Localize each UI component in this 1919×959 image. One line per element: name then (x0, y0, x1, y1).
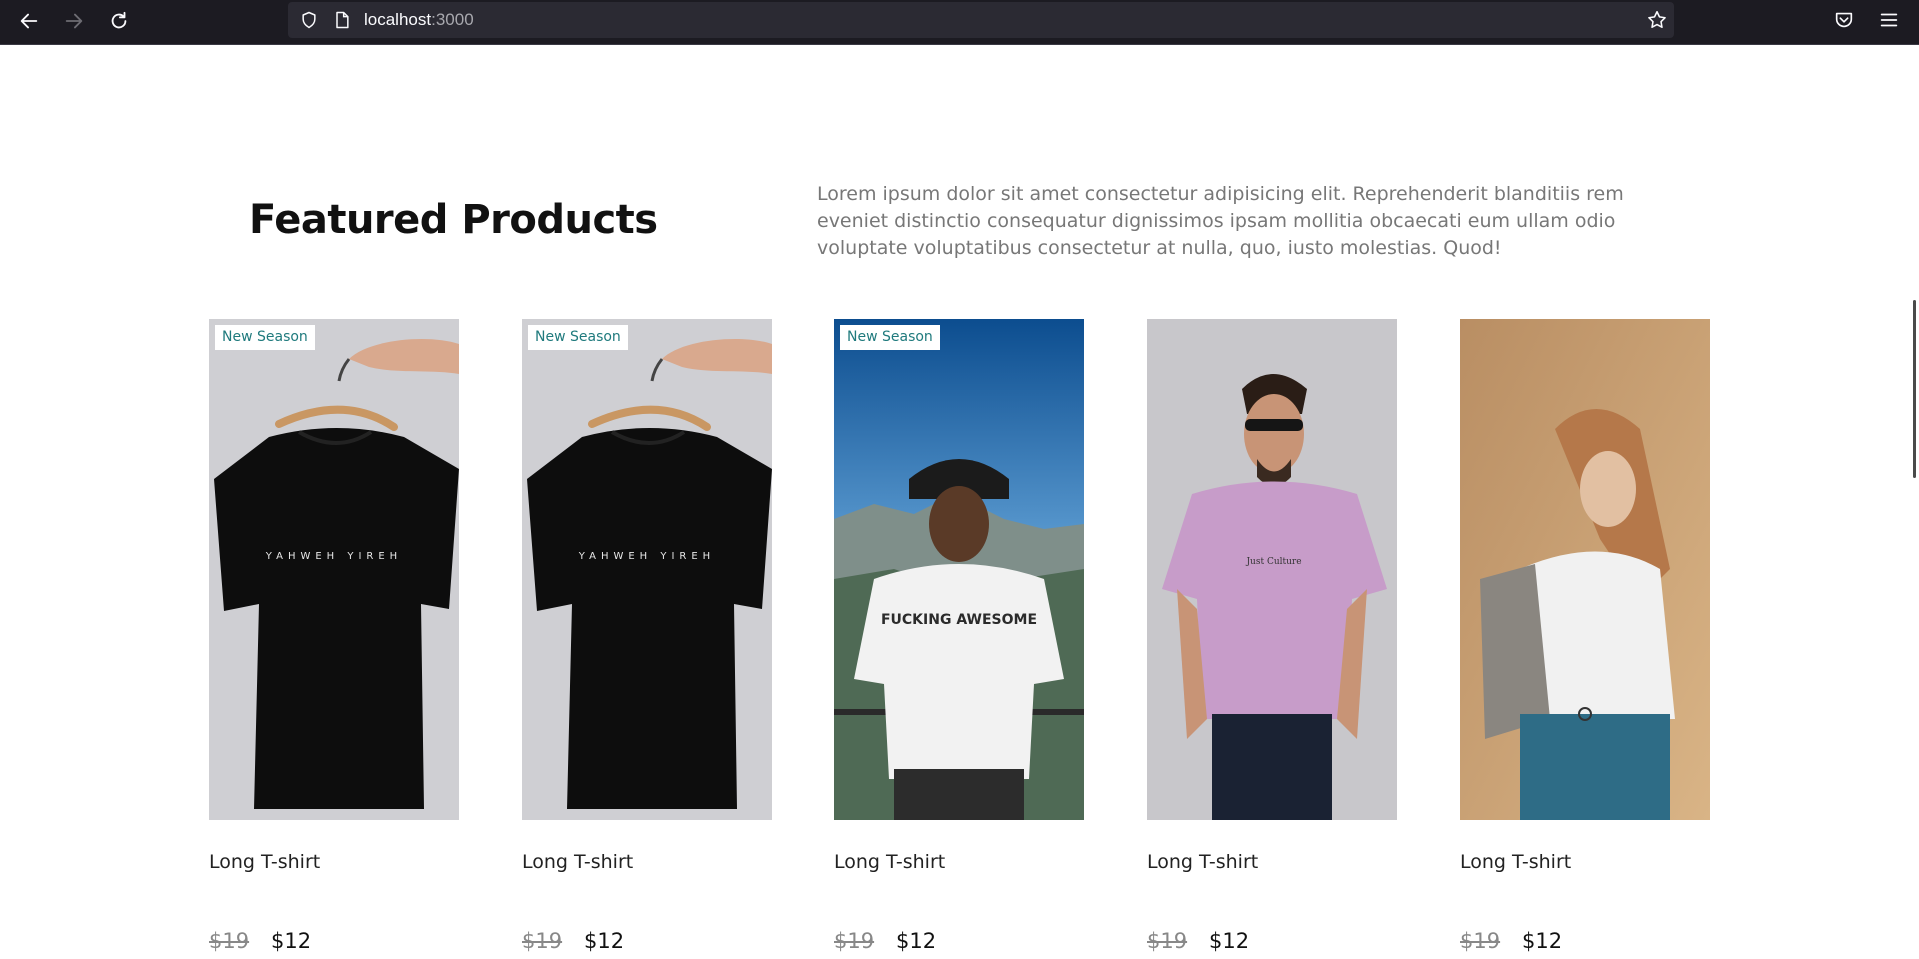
woman-denim-photo (1460, 319, 1710, 820)
new-season-badge: New Season (840, 325, 940, 350)
star-icon[interactable] (1646, 9, 1668, 31)
tshirt-print: YAHWEH YIREH (578, 551, 715, 562)
tshirt-print: FUCKING AWESOME (881, 612, 1037, 628)
product-old-price: $19 (1460, 929, 1501, 953)
new-season-badge: New Season (215, 325, 315, 350)
product-price: $12 (1209, 929, 1250, 953)
product-card[interactable]: Just Culture Long T-shirt $19 $12 (1147, 319, 1397, 953)
product-card[interactable]: Long T-shirt $19 $12 (1460, 319, 1710, 953)
product-title[interactable]: Long T-shirt (834, 851, 945, 873)
product-old-price: $19 (209, 929, 250, 953)
forward-button[interactable] (57, 6, 91, 36)
product-image[interactable] (1460, 319, 1710, 820)
tshirt-print: Just Culture (1245, 557, 1301, 567)
back-icon (20, 13, 38, 29)
url-bar[interactable]: localhost:3000 (288, 2, 1674, 38)
page-icon[interactable] (332, 10, 352, 30)
tshirt-photo: YAHWEH YIREH (522, 319, 772, 820)
man-white-tee-photo: FUCKING AWESOME (834, 319, 1084, 820)
product-image[interactable]: Just Culture (1147, 319, 1397, 820)
product-image[interactable]: YAHWEH YIREH New Season (209, 319, 459, 820)
reload-icon (111, 11, 127, 29)
product-price: $12 (1522, 929, 1563, 953)
product-price: $12 (584, 929, 625, 953)
pocket-icon[interactable] (1833, 9, 1855, 31)
back-button[interactable] (12, 6, 46, 36)
product-old-price: $19 (834, 929, 875, 953)
section-title: Featured Products (249, 197, 658, 243)
product-title[interactable]: Long T-shirt (209, 851, 320, 873)
page-scrollbar[interactable] (1909, 45, 1919, 959)
product-card[interactable]: YAHWEH YIREH New Season Long T-shirt $19… (209, 319, 459, 953)
product-card[interactable]: YAHWEH YIREH New Season Long T-shirt $19… (522, 319, 772, 953)
product-old-price: $19 (522, 929, 563, 953)
reload-button[interactable] (102, 6, 136, 36)
product-title[interactable]: Long T-shirt (522, 851, 633, 873)
forward-icon (65, 13, 83, 29)
product-price: $12 (896, 929, 937, 953)
product-card[interactable]: FUCKING AWESOME New Season Long T-shirt … (834, 319, 1084, 953)
product-title[interactable]: Long T-shirt (1147, 851, 1258, 873)
section-description: Lorem ipsum dolor sit amet consectetur a… (817, 183, 1624, 259)
product-price: $12 (271, 929, 312, 953)
new-season-badge: New Season (528, 325, 628, 350)
product-old-price: $19 (1147, 929, 1188, 953)
url-text[interactable]: localhost:3000 (364, 10, 474, 30)
scrollbar-thumb[interactable] (1913, 300, 1916, 478)
man-pink-tee-photo: Just Culture (1147, 319, 1397, 820)
tshirt-print: YAHWEH YIREH (265, 551, 402, 562)
tshirt-photo: YAHWEH YIREH (209, 319, 459, 820)
menu-icon[interactable] (1878, 9, 1900, 31)
product-image[interactable]: YAHWEH YIREH New Season (522, 319, 772, 820)
product-image[interactable]: FUCKING AWESOME New Season (834, 319, 1084, 820)
url-port: :3000 (431, 10, 474, 29)
shield-icon[interactable] (299, 10, 319, 30)
product-title[interactable]: Long T-shirt (1460, 851, 1571, 873)
url-host: localhost (364, 10, 432, 29)
browser-toolbar: localhost:3000 (0, 0, 1919, 45)
